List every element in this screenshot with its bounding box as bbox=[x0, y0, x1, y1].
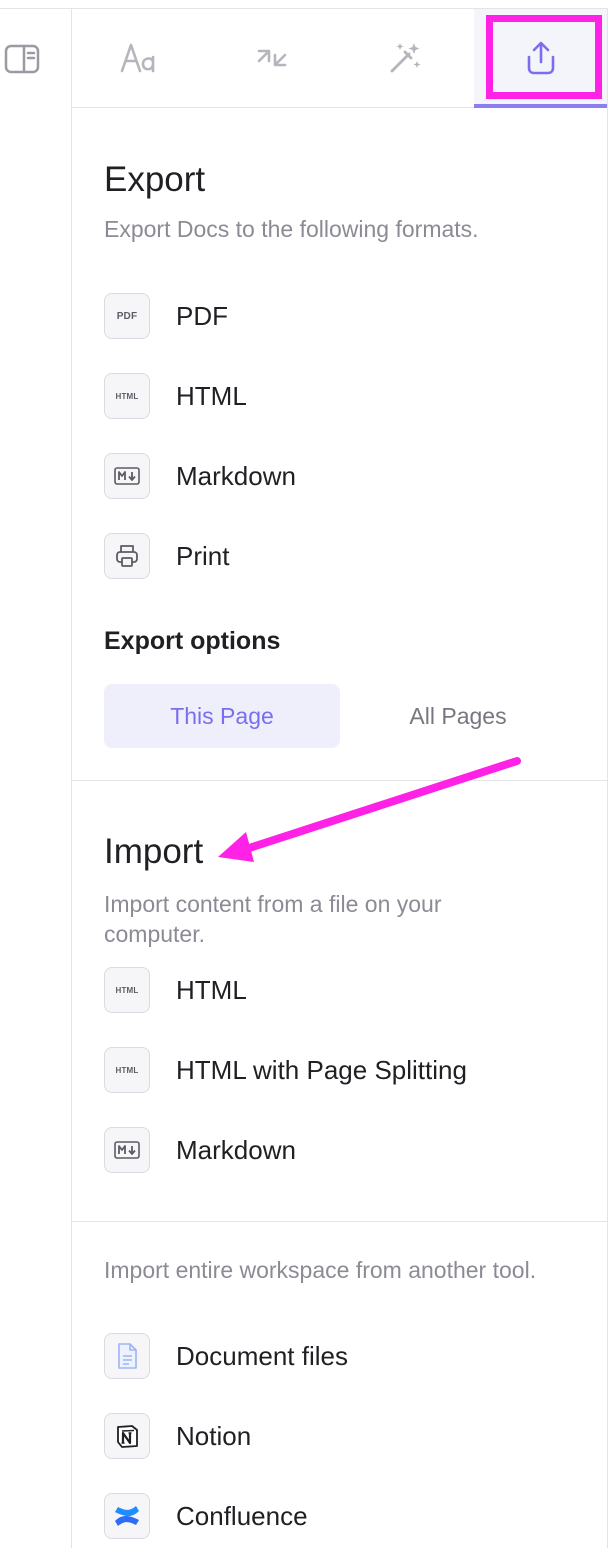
pdf-badge-text: PDF bbox=[116, 310, 138, 322]
html-icon: HTML bbox=[104, 1047, 150, 1093]
tab-share[interactable] bbox=[474, 9, 607, 108]
import-confluence-item[interactable]: Confluence bbox=[104, 1492, 574, 1540]
document-file-icon bbox=[104, 1333, 150, 1379]
import-markdown-item[interactable]: Markdown bbox=[104, 1126, 574, 1174]
export-description: Export Docs to the following formats. bbox=[104, 216, 479, 242]
option-this-page[interactable]: This Page bbox=[104, 684, 340, 748]
import-document-files-label: Document files bbox=[176, 1340, 348, 1371]
import-html-splitting-label: HTML with Page Splitting bbox=[176, 1054, 467, 1085]
section-divider bbox=[72, 780, 608, 781]
export-options-title: Export options bbox=[104, 627, 281, 655]
html-badge-text: HTML bbox=[115, 1065, 139, 1075]
export-print-item[interactable]: Print bbox=[104, 532, 574, 580]
import-description: Import content from a file on your compu… bbox=[104, 891, 442, 947]
html-icon: HTML bbox=[104, 373, 150, 419]
left-strip bbox=[0, 9, 71, 1548]
import-notion-label: Notion bbox=[176, 1420, 252, 1451]
confluence-icon bbox=[104, 1493, 150, 1539]
workspace-import-description: Import entire workspace from another too… bbox=[104, 1257, 537, 1283]
html-badge-text: HTML bbox=[115, 985, 139, 995]
html-icon: HTML bbox=[104, 967, 150, 1013]
sidebar-toggle-icon[interactable] bbox=[4, 41, 40, 77]
import-document-files-item[interactable]: Document files bbox=[104, 1332, 574, 1380]
tab-magic[interactable] bbox=[338, 9, 471, 107]
section-divider bbox=[72, 1221, 608, 1222]
export-markdown-item[interactable]: Markdown bbox=[104, 452, 574, 500]
panel-tab-bar bbox=[72, 9, 607, 108]
export-markdown-label: Markdown bbox=[176, 460, 296, 491]
share-upload-icon bbox=[527, 41, 554, 75]
export-import-panel-screen: Export Export Docs to the following form… bbox=[0, 0, 616, 1548]
import-notion-item[interactable]: Notion bbox=[104, 1412, 574, 1460]
magic-wand-icon bbox=[390, 43, 420, 73]
import-confluence-label: Confluence bbox=[176, 1500, 308, 1531]
tab-convert[interactable] bbox=[205, 9, 338, 107]
tab-typography[interactable] bbox=[72, 9, 205, 107]
import-html-label: HTML bbox=[176, 974, 247, 1005]
import-markdown-label: Markdown bbox=[176, 1134, 296, 1165]
pdf-icon: PDF bbox=[104, 293, 150, 339]
export-html-label: HTML bbox=[176, 380, 247, 411]
export-print-label: Print bbox=[176, 540, 230, 571]
export-pdf-item[interactable]: PDF PDF bbox=[104, 292, 574, 340]
import-title: Import bbox=[104, 832, 204, 871]
markdown-icon bbox=[104, 1127, 150, 1173]
convert-arrows-icon bbox=[257, 49, 286, 67]
option-all-pages[interactable]: All Pages bbox=[340, 684, 576, 748]
typography-icon bbox=[120, 43, 154, 73]
import-html-splitting-item[interactable]: HTML HTML with Page Splitting bbox=[104, 1046, 574, 1094]
import-html-item[interactable]: HTML HTML bbox=[104, 966, 574, 1014]
printer-icon bbox=[104, 533, 150, 579]
export-html-item[interactable]: HTML HTML bbox=[104, 372, 574, 420]
export-pdf-label: PDF bbox=[176, 300, 228, 331]
html-badge-text: HTML bbox=[115, 391, 139, 401]
export-title: Export bbox=[104, 160, 206, 199]
notion-icon bbox=[104, 1413, 150, 1459]
markdown-icon bbox=[104, 453, 150, 499]
